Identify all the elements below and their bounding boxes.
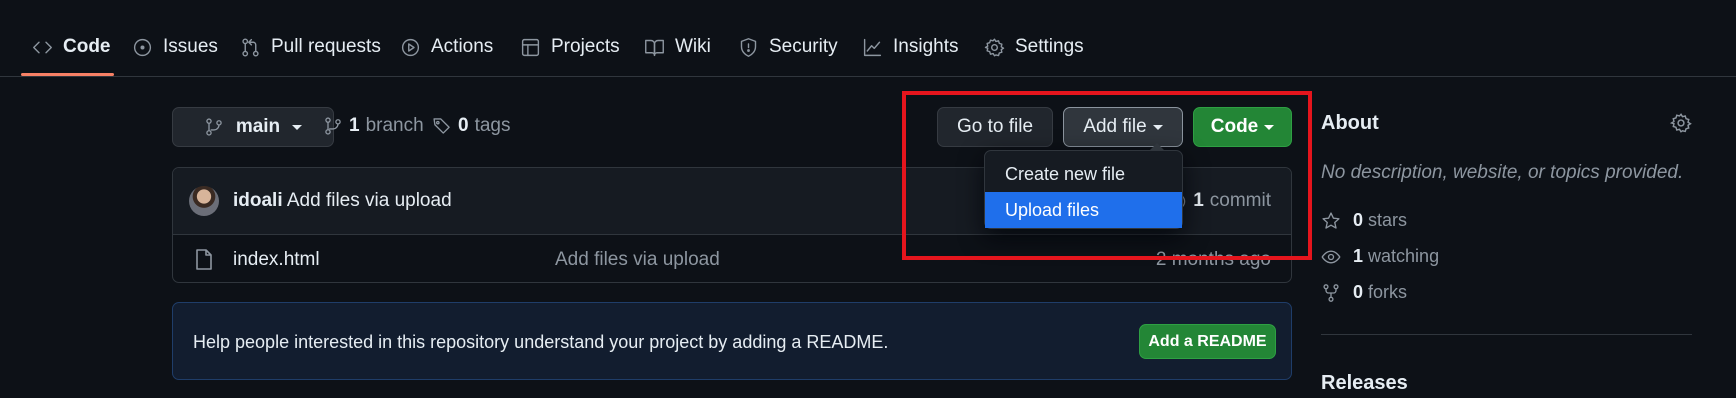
table-icon — [521, 38, 540, 56]
latest-commit-text: idoali Add files via upload — [233, 190, 452, 212]
tag-icon — [433, 118, 450, 134]
eye-icon — [1321, 250, 1341, 263]
file-commit-message[interactable]: Add files via upload — [555, 249, 720, 271]
add-file-dropdown-menu: Create new file Upload files — [984, 143, 1183, 229]
forks-label: forks — [1368, 282, 1408, 302]
gear-icon[interactable] — [1670, 112, 1692, 134]
active-tab-underline — [21, 73, 114, 76]
tab-security[interactable]: Security — [738, 30, 838, 64]
avatar[interactable] — [189, 186, 219, 216]
book-icon — [645, 39, 664, 56]
tab-wiki[interactable]: Wiki — [644, 30, 711, 64]
about-heading: About — [1321, 112, 1379, 134]
releases-heading[interactable]: Releases — [1321, 372, 1408, 395]
file-age: 2 months ago — [1155, 249, 1271, 270]
tab-code[interactable]: Code — [32, 30, 111, 64]
tab-wiki-label: Wiki — [675, 36, 711, 57]
code-icon — [33, 41, 52, 53]
chevron-down-icon — [292, 124, 303, 130]
code-button-label: Code — [1210, 116, 1259, 137]
menu-item-upload-files[interactable]: Upload files — [985, 192, 1182, 228]
commit-count-link[interactable]: 1 commit — [1168, 190, 1271, 212]
tab-actions-label: Actions — [431, 36, 494, 57]
stars-count: 0 — [1353, 210, 1364, 230]
tab-actions[interactable]: Actions — [400, 30, 493, 64]
commit-count: 1 — [1193, 190, 1204, 211]
graph-icon — [863, 38, 882, 56]
branch-name: main — [235, 116, 281, 137]
menu-item-create-new-file[interactable]: Create new file — [985, 156, 1182, 192]
tag-count: 0 — [458, 115, 469, 136]
commit-count-label: commit — [1209, 190, 1271, 211]
stars-link[interactable]: 0 stars — [1321, 210, 1407, 231]
star-icon — [1322, 211, 1340, 229]
forks-link[interactable]: 0 forks — [1321, 282, 1407, 303]
repo-tab-nav: Code Issues Pull requests Actions Projec… — [0, 0, 1736, 77]
issue-circle-icon — [133, 38, 152, 56]
watching-count: 1 — [1353, 246, 1364, 266]
file-icon — [196, 249, 212, 270]
watching-label: watching — [1368, 246, 1440, 266]
branches-link[interactable]: 1 branch — [323, 115, 424, 137]
tab-issues[interactable]: Issues — [132, 30, 218, 64]
play-icon — [401, 38, 420, 56]
tab-pull-requests-label: Pull requests — [271, 36, 381, 57]
branch-icon — [325, 117, 341, 135]
tag-label: tags — [474, 115, 511, 136]
tab-projects-label: Projects — [551, 36, 620, 57]
code-button[interactable]: Code — [1193, 107, 1292, 147]
about-description: No description, website, or topics provi… — [1321, 162, 1684, 183]
commit-author[interactable]: idoali — [233, 190, 283, 211]
chevron-down-icon — [1152, 124, 1163, 130]
table-row: index.html Add files via upload 2 months… — [173, 235, 1291, 282]
stars-label: stars — [1368, 210, 1408, 230]
chevron-down-icon — [1264, 124, 1275, 130]
branch-selector-button[interactable]: main — [172, 107, 334, 147]
tab-projects[interactable]: Projects — [520, 30, 620, 64]
tab-insights-label: Insights — [893, 36, 959, 57]
gear-icon — [984, 37, 1005, 57]
tab-security-label: Security — [769, 36, 838, 57]
branch-count: 1 — [349, 115, 360, 136]
tags-link[interactable]: 0 tags — [432, 115, 511, 137]
readme-banner: Help people interested in this repositor… — [172, 302, 1292, 380]
branch-label: branch — [365, 115, 424, 136]
branch-icon — [206, 118, 222, 136]
commit-message[interactable]: Add files via upload — [287, 190, 452, 211]
file-name[interactable]: index.html — [233, 249, 320, 271]
pull-request-icon — [242, 37, 259, 57]
tab-insights[interactable]: Insights — [862, 30, 958, 64]
shield-icon — [740, 37, 757, 57]
fork-icon — [1323, 283, 1339, 302]
tab-pull-requests[interactable]: Pull requests — [240, 30, 381, 64]
add-file-label: Add file — [1083, 116, 1147, 137]
forks-count: 0 — [1353, 282, 1364, 302]
tab-settings-label: Settings — [1015, 36, 1084, 57]
watching-link[interactable]: 1 watching — [1321, 246, 1439, 267]
sidebar-divider — [1321, 334, 1692, 335]
go-to-file-button[interactable]: Go to file — [937, 107, 1053, 147]
tab-code-label: Code — [63, 36, 111, 57]
readme-prompt-text: Help people interested in this repositor… — [193, 332, 889, 352]
add-readme-button[interactable]: Add a README — [1139, 324, 1276, 359]
tab-settings[interactable]: Settings — [984, 30, 1084, 64]
tab-issues-label: Issues — [163, 36, 218, 57]
add-file-button[interactable]: Add file — [1063, 107, 1183, 147]
